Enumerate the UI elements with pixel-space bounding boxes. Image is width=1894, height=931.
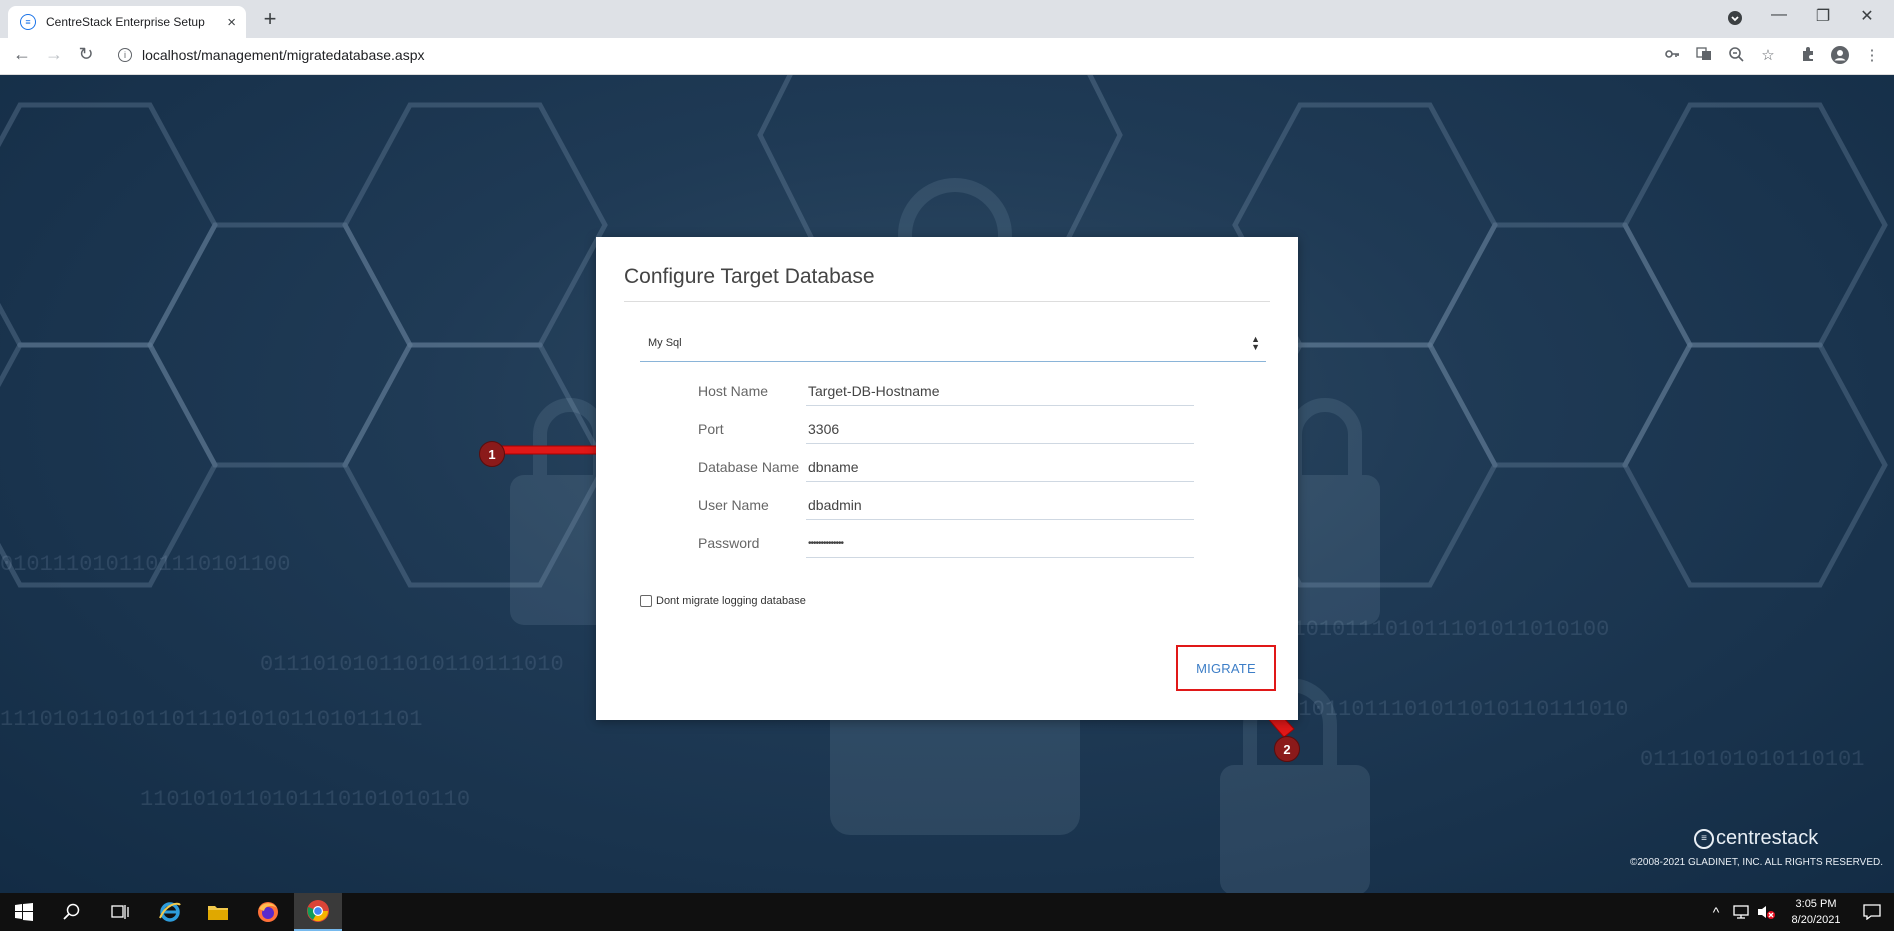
logo-mark-icon: ≡: [1694, 828, 1714, 849]
svg-text:01110101011010110111010: 01110101011010110111010: [260, 652, 564, 677]
port-label: Port: [698, 421, 724, 437]
user-name-input[interactable]: dbadmin: [806, 493, 1194, 520]
configure-database-dialog: Configure Target Database My Sql ▲ ▼ Host…: [596, 237, 1298, 720]
password-value: ••••••••••••••: [808, 538, 844, 549]
search-icon[interactable]: [48, 893, 96, 931]
title-divider: [624, 301, 1270, 302]
extensions-icon[interactable]: [1798, 46, 1818, 66]
host-name-input[interactable]: Target-DB-Hostname: [806, 379, 1194, 406]
minimize-button[interactable]: —: [1764, 6, 1794, 24]
reload-icon[interactable]: ↻: [74, 44, 98, 65]
url-text[interactable]: localhost/management/migratedatabase.asp…: [142, 47, 425, 63]
close-window-button[interactable]: ✕: [1852, 6, 1882, 26]
file-explorer-icon[interactable]: [194, 893, 242, 931]
restore-button[interactable]: ❐: [1808, 6, 1838, 26]
address-bar[interactable]: i localhost/management/migratedatabase.a…: [108, 43, 1658, 69]
database-type-select[interactable]: My Sql ▲ ▼: [640, 329, 1266, 362]
svg-text:01110101010110101: 01110101010110101: [1640, 747, 1864, 772]
clock-date: 8/20/2021: [1791, 914, 1841, 926]
browser-tab[interactable]: ≡ CentreStack Enterprise Setup ×: [8, 6, 246, 38]
host-name-label: Host Name: [698, 383, 769, 399]
dialog-title: Configure Target Database: [624, 265, 875, 288]
volume-muted-icon[interactable]: [1754, 893, 1778, 931]
network-icon[interactable]: [1728, 893, 1754, 931]
user-name-label: User Name: [698, 497, 769, 513]
migrate-button[interactable]: MIGRATE: [1176, 645, 1276, 691]
svg-text:111010110101101110101011010111: 11101011010110111010101101011101: [0, 707, 422, 732]
windows-start-icon[interactable]: [0, 893, 48, 931]
tab-search-icon[interactable]: [1720, 6, 1750, 31]
tab-title: CentreStack Enterprise Setup: [46, 15, 205, 29]
password-input[interactable]: ••••••••••••••: [806, 531, 1194, 558]
svg-text:1101010110101110101010110: 1101010110101110101010110: [140, 787, 470, 812]
svg-text:0101110101101110101100: 0101110101101110101100: [0, 552, 290, 577]
copyright-text: ©2008-2021 GLADINET, INC. ALL RIGHTS RES…: [1630, 857, 1884, 868]
action-center-icon[interactable]: [1852, 893, 1892, 931]
select-arrows-icon: ▲ ▼: [1251, 334, 1260, 352]
firefox-icon[interactable]: [244, 893, 292, 931]
bookmark-star-icon[interactable]: ☆: [1758, 46, 1778, 64]
key-icon[interactable]: [1662, 46, 1682, 66]
migrate-button-label: MIGRATE: [1196, 660, 1256, 676]
clock-time: 3:05 PM: [1795, 898, 1837, 910]
forward-arrow-icon[interactable]: →: [42, 44, 66, 65]
database-type-value: My Sql: [648, 337, 682, 349]
database-name-input[interactable]: dbname: [806, 455, 1194, 482]
host-name-value: Target-DB-Hostname: [808, 383, 940, 399]
port-input[interactable]: 3306: [806, 417, 1194, 444]
dont-migrate-logging-label[interactable]: Dont migrate logging database: [656, 595, 806, 607]
centrestack-logo: ≡ centrestack: [1694, 827, 1818, 850]
site-info-icon[interactable]: i: [118, 48, 132, 62]
tab-close-icon[interactable]: ×: [227, 14, 236, 31]
dont-migrate-logging-checkbox[interactable]: [640, 595, 652, 607]
database-name-label: Database Name: [698, 459, 800, 475]
new-tab-button[interactable]: +: [258, 7, 282, 31]
annotation-badge-2: 2: [1274, 736, 1300, 762]
show-hidden-icons-chevron-icon[interactable]: ^: [1704, 893, 1728, 931]
internet-explorer-icon[interactable]: [146, 893, 194, 931]
system-clock[interactable]: 3:05 PM 8/20/2021: [1780, 896, 1852, 928]
user-name-value: dbadmin: [808, 497, 862, 513]
zoom-icon[interactable]: [1726, 46, 1746, 66]
annotation-badge-1: 1: [479, 441, 505, 467]
page-favicon-icon: ≡: [20, 14, 36, 30]
task-view-icon[interactable]: [96, 893, 144, 931]
tab-strip: [0, 0, 1894, 38]
menu-kebab-icon[interactable]: ⋮: [1862, 46, 1882, 64]
brand-text: centrestack: [1716, 827, 1819, 849]
translate-icon[interactable]: [1694, 46, 1714, 66]
port-value: 3306: [808, 421, 840, 437]
back-arrow-icon[interactable]: ←: [10, 44, 34, 65]
chrome-taskbar-icon[interactable]: [294, 893, 342, 931]
database-name-value: dbname: [808, 459, 859, 475]
password-label: Password: [698, 535, 760, 551]
profile-avatar-icon[interactable]: [1830, 46, 1850, 68]
